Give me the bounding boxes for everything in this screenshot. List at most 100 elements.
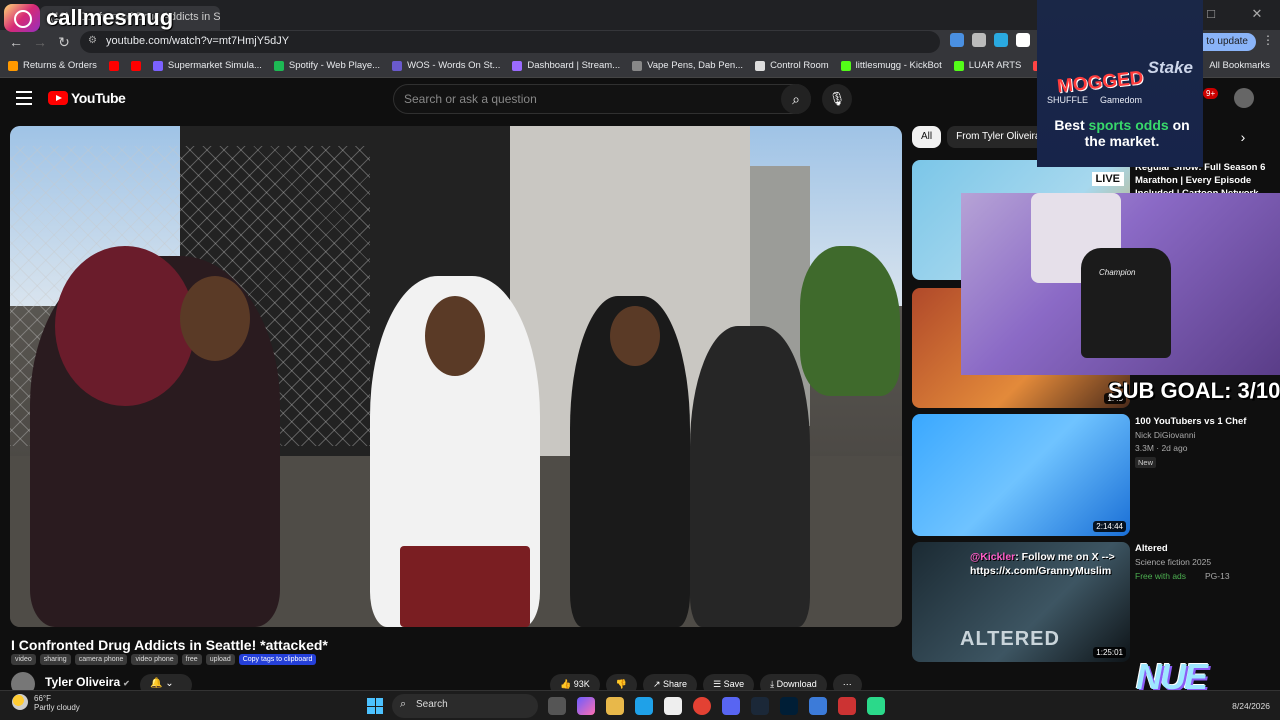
bookmark-icon [632,60,643,71]
search-input[interactable]: Search or ask a question [393,84,811,114]
video-tag[interactable]: upload [205,654,235,665]
account-avatar[interactable] [1234,88,1254,108]
bookmark-item[interactable]: Supermarket Simula... [152,60,262,71]
url-field[interactable]: ⚙ youtube.com/watch?v=mt7HmjY5dJY [80,31,940,53]
bookmark-item[interactable]: Spotify - Web Playe... [273,60,380,71]
ad-headline-highlight: sports odds [1088,117,1169,133]
edge-icon[interactable] [635,697,653,715]
app-icon[interactable] [838,697,856,715]
all-bookmarks-button[interactable]: All Bookmarks [1209,60,1270,71]
recommendation-channel[interactable]: Nick DiGiovanni [1135,430,1195,440]
shirt-logo: Champion [1099,268,1136,277]
photoshop-icon[interactable] [780,697,798,715]
weather-widget[interactable]: 66°F Partly cloudy [12,694,80,712]
steam-icon[interactable] [751,697,769,715]
bell-icon: 🔔 [150,678,163,689]
extension-icon[interactable] [950,33,964,47]
close-button[interactable]: ✕ [1234,0,1280,30]
file-explorer-icon[interactable] [606,697,624,715]
ad-partners: SHUFFLE Gamedom [1047,95,1142,105]
recommendation-title[interactable]: 100 YouTubers vs 1 Chef [1135,415,1275,428]
forward-arrow-icon[interactable]: → [30,32,50,52]
bookmark-item[interactable] [130,60,141,71]
notification-badge[interactable]: 9+ [1203,88,1219,99]
video-frame-face [425,296,485,376]
chip-all[interactable]: All [912,126,942,148]
like-count: 93K [573,679,590,689]
extension-icon[interactable] [994,33,1008,47]
video-tag[interactable]: video phone [131,654,178,665]
temperature: 66°F [34,694,51,703]
video-player[interactable] [10,126,902,627]
video-title: I Confronted Drug Addicts in Seattle! *a… [11,637,328,653]
taskbar-search[interactable]: ⌕ Search [392,694,538,718]
video-tag[interactable]: free [181,654,202,665]
recommendation-meta: 3.3M · 2d ago [1135,443,1188,453]
bookmark-item[interactable]: Returns & Orders [8,60,97,71]
windows-start-icon[interactable] [367,698,383,714]
bookmark-label: Control Room [770,60,829,71]
ad-brand: Stake [1147,58,1193,77]
youtube-logo-text: YouTube [71,90,126,106]
bookmark-item[interactable]: Vape Pens, Dab Pen... [632,60,743,71]
video-frame-face [180,276,250,361]
streamer-name: callmesmug [46,5,174,30]
bookmark-item[interactable]: WOS - Words On St... [392,60,500,71]
video-tag[interactable]: video [11,654,36,665]
bookmark-item[interactable]: littlesmugg - KickBot [840,60,942,71]
recommendation-meta: Science fiction 2025 [1135,557,1212,567]
video-frame-clothing [400,546,530,627]
video-duration: 1:25:01 [1093,647,1126,658]
extension-icon[interactable] [972,33,986,47]
chevron-right-icon[interactable]: › [1232,126,1254,148]
download-icon: ⤓ [770,679,775,689]
search-icon: ⌕ [400,698,407,710]
video-frame-hair [55,246,195,406]
extension-icon[interactable] [1016,33,1030,47]
site-info-icon[interactable]: ⚙ [88,35,97,46]
video-frame-person [690,326,810,627]
menu-icon[interactable] [16,91,32,105]
channel-name[interactable]: Tyler Oliveira ✔ [45,675,130,689]
verified-icon: ✔ [123,679,130,688]
app-icon[interactable] [867,697,885,715]
bookmark-item[interactable]: LUAR ARTS [953,60,1021,71]
back-arrow-icon[interactable]: ← [6,32,26,52]
notepad-icon[interactable] [809,697,827,715]
share-label: Share [663,679,688,689]
chrome-icon[interactable] [693,697,711,715]
store-icon[interactable] [664,697,682,715]
bookmark-icon [512,60,523,71]
recommendation-thumbnail[interactable]: 2:14:44 [912,414,1130,536]
bookmark-icon [152,60,163,71]
bookmark-item[interactable] [108,60,119,71]
ad-headline-pre: Best [1054,117,1089,133]
share-icon: ↗ [652,679,661,689]
copy-tags-button[interactable]: Copy tags to clipboard [238,654,317,665]
task-view-icon[interactable] [548,697,566,715]
save-label: Save [723,679,745,689]
search-icon[interactable]: ⌕ [781,84,811,114]
discord-icon[interactable] [722,697,740,715]
webcam-overlay: Champion [961,193,1280,375]
bookmark-icon [108,60,119,71]
url-text: youtube.com/watch?v=mt7HmjY5dJY [106,35,290,47]
download-label: Download [776,679,817,689]
bookmark-icon [953,60,964,71]
youtube-logo[interactable]: YouTube [48,90,126,106]
bookmark-item[interactable]: Dashboard | Stream... [512,60,620,71]
video-tag[interactable]: camera phone [74,654,128,665]
chip-from-channel[interactable]: From Tyler Oliveira [947,126,1050,148]
bookmark-item[interactable]: Control Room [755,60,829,71]
thumbs-up-icon: 👍 [560,679,572,689]
copilot-icon[interactable] [577,697,595,715]
bookmark-icon [392,60,403,71]
reload-icon[interactable]: ↻ [54,32,74,52]
video-tag[interactable]: sharing [39,654,71,665]
microphone-icon[interactable]: 🎙 [822,84,852,114]
rating-badge: PG-13 [1205,571,1230,581]
browser-menu-icon[interactable]: ⋮ [1262,33,1274,47]
extensions-row [950,33,1030,47]
bookmark-label: WOS - Words On St... [407,60,501,71]
recommendation-title[interactable]: Altered [1135,542,1275,555]
